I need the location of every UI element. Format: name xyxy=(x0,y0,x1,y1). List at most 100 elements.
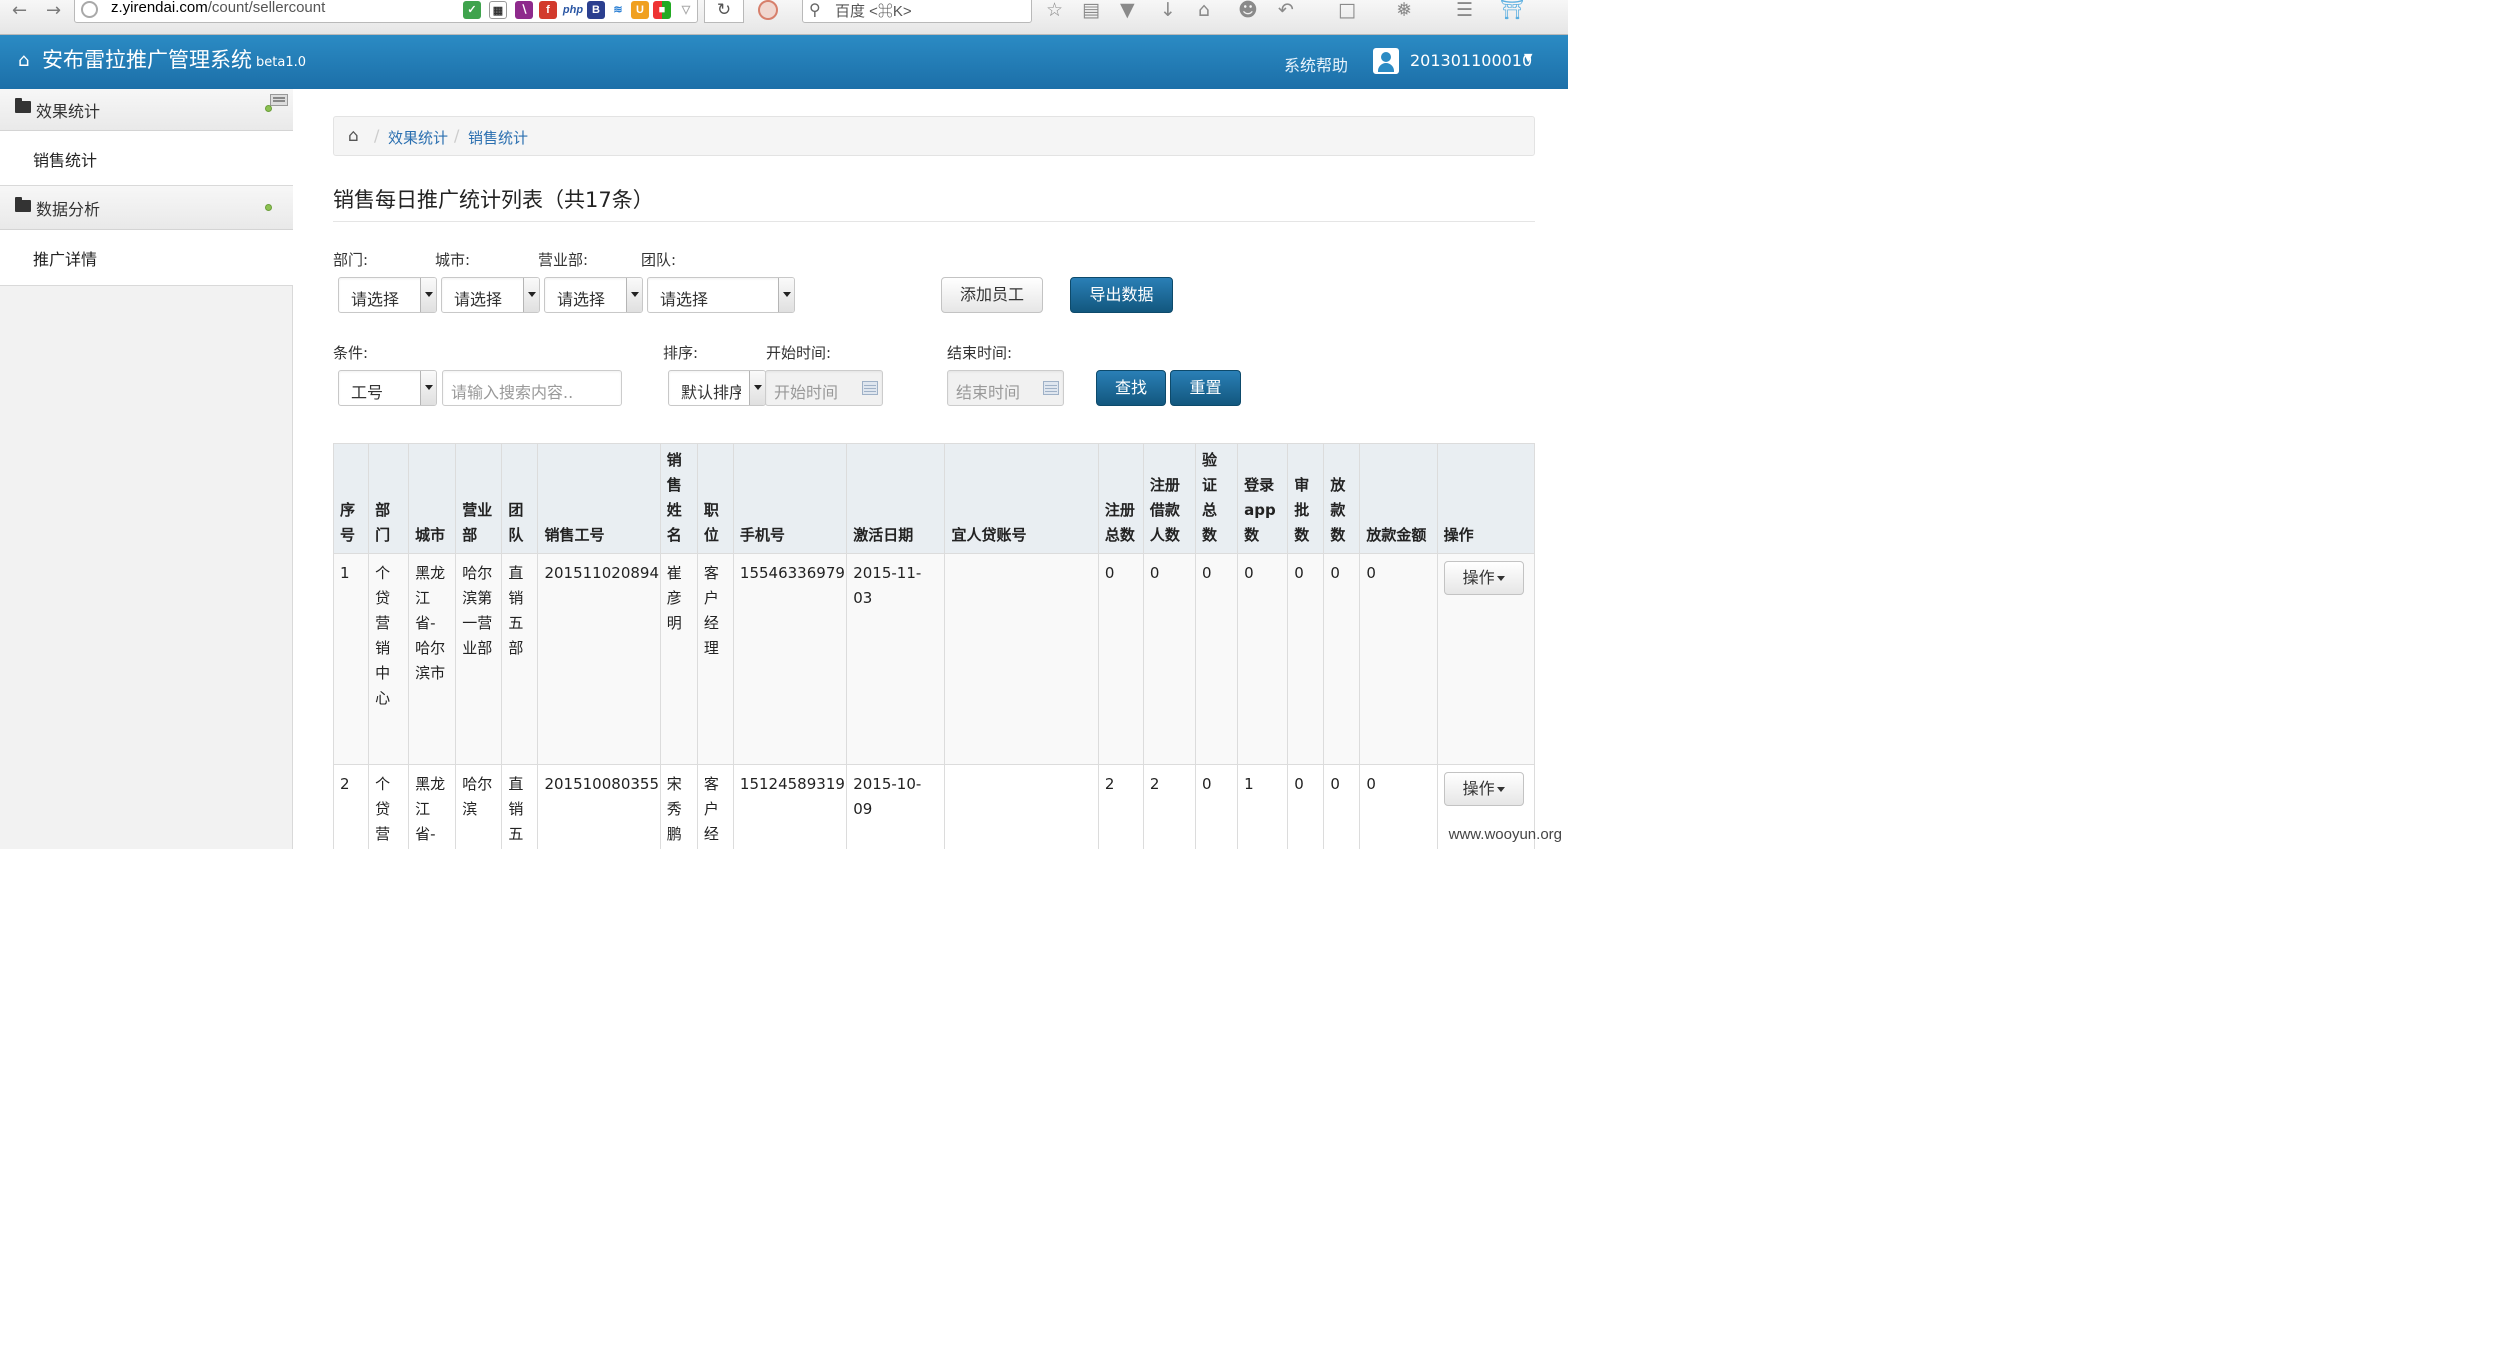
dept-select-value: 请选择 xyxy=(351,290,400,309)
url-text[interactable]: z.yirendai.com/count/sellercount xyxy=(111,0,325,16)
cell-loan-amount: 0 xyxy=(1359,764,1438,849)
reload-icon[interactable]: ↻ xyxy=(704,0,744,23)
breadcrumb-separator: / xyxy=(374,126,380,145)
undo-icon[interactable]: ↶ xyxy=(1278,0,1294,21)
home-icon[interactable]: ⌂ xyxy=(348,126,359,146)
row-actions-button[interactable]: 操作 xyxy=(1443,772,1524,806)
adblock-icon[interactable] xyxy=(758,0,778,20)
folder-icon xyxy=(15,98,31,113)
col-header: 手机号 xyxy=(732,444,848,554)
office-select[interactable]: 请选择 xyxy=(544,277,643,313)
dept-select[interactable]: 请选择 xyxy=(338,277,437,313)
app-header: ⌂ 安布雷拉推广管理系统 beta1.0 系统帮助 201301100010 ▼ xyxy=(0,35,1568,89)
add-employee-button[interactable]: 添加员工 xyxy=(941,277,1043,313)
team-select[interactable]: 请选择 xyxy=(647,277,795,313)
team-select-value: 请选择 xyxy=(660,290,709,309)
search-input[interactable]: 请输入搜索内容.. xyxy=(442,370,622,406)
calendar-icon[interactable] xyxy=(862,381,878,395)
cell-no: 2 xyxy=(334,764,370,849)
sidebar-group-label: 数据分析 xyxy=(36,200,101,219)
chevron-down-icon xyxy=(778,278,794,312)
globe-icon xyxy=(81,1,98,18)
cell-no: 1 xyxy=(334,553,370,765)
shield-extension-icon[interactable]: ⛩ xyxy=(1500,0,1524,21)
calendar-icon[interactable] xyxy=(1043,381,1059,395)
sidebar-group-data-analysis[interactable]: 数据分析 xyxy=(0,186,293,230)
city-select[interactable]: 请选择 xyxy=(441,277,540,313)
u-extension-icon[interactable]: U xyxy=(631,1,649,19)
user-avatar-icon[interactable] xyxy=(1373,48,1399,74)
col-header: 城市 xyxy=(408,444,457,554)
php-extension-icon[interactable]: php xyxy=(561,1,585,19)
back-icon[interactable]: ← xyxy=(12,0,27,22)
col-header: 注册借款人数 xyxy=(1142,444,1197,554)
breadcrumb-effect-stats[interactable]: 效果统计 xyxy=(388,127,448,148)
cell-name: 崔彦明 xyxy=(659,553,698,765)
cell-activated: 2015-11-03 xyxy=(846,553,946,765)
b-extension-icon[interactable]: B xyxy=(587,1,605,19)
col-header: 销售工号 xyxy=(537,444,661,554)
address-bar[interactable]: z.yirendai.com/count/sellercount ✓ ▦ ∖ f… xyxy=(74,0,698,23)
sidebar-item-sales-stats[interactable]: 销售统计 xyxy=(0,131,293,186)
caret-down-icon xyxy=(1496,787,1505,792)
pen-extension-icon[interactable]: ∖ xyxy=(515,1,533,19)
condition-label: 条件: xyxy=(333,344,369,362)
crop-icon[interactable]: □ xyxy=(1338,0,1356,21)
cell-reg-borrowers: 0 xyxy=(1142,553,1197,765)
pocket-icon[interactable]: ▼ xyxy=(1120,0,1135,21)
bug-icon[interactable]: ❅ xyxy=(1396,0,1412,21)
reset-button[interactable]: 重置 xyxy=(1170,370,1241,406)
sidebar-group-effect-stats[interactable]: 效果统计 xyxy=(0,89,293,131)
chat-icon[interactable]: ☻ xyxy=(1238,0,1258,21)
cell-approved: 0 xyxy=(1287,764,1325,849)
cell-loans: 0 xyxy=(1323,764,1361,849)
browser-search-input[interactable]: ⚲ 百度 <⌘K> xyxy=(802,0,1032,23)
start-time-input[interactable]: 开始时间 xyxy=(765,370,883,406)
cell-verified: 0 xyxy=(1195,553,1239,765)
condition-select[interactable]: 工号 xyxy=(338,370,437,406)
qr-code-icon[interactable]: ▦ xyxy=(489,1,507,19)
sidebar-collapse-icon[interactable] xyxy=(270,94,288,106)
col-header: 操作 xyxy=(1436,444,1534,554)
title-divider xyxy=(333,221,1535,222)
cell-loans: 0 xyxy=(1323,553,1361,765)
sort-select[interactable]: 默认排序 xyxy=(668,370,766,406)
help-link[interactable]: 系统帮助 xyxy=(1284,52,1348,76)
col-header: 注册总数 xyxy=(1097,444,1144,554)
cell-verified: 0 xyxy=(1195,764,1239,849)
chevron-down-icon xyxy=(420,371,436,405)
breadcrumb-sales-stats[interactable]: 销售统计 xyxy=(468,127,528,148)
search-button[interactable]: 查找 xyxy=(1096,370,1166,406)
home-icon[interactable]: ⌂ xyxy=(1198,0,1210,21)
watermark: www.wooyun.org xyxy=(1448,826,1562,843)
cell-dept: 个贷营 xyxy=(368,764,410,849)
office-select-value: 请选择 xyxy=(557,290,606,309)
col-header: 序号 xyxy=(334,444,370,554)
download-icon[interactable]: ↓ xyxy=(1160,0,1176,21)
export-data-button[interactable]: 导出数据 xyxy=(1070,277,1173,313)
sidebar-item-promotion-details[interactable]: 推广详情 xyxy=(0,230,293,286)
shield-icon[interactable]: ✓ xyxy=(463,1,481,19)
end-time-input[interactable]: 结束时间 xyxy=(947,370,1064,406)
app-brand[interactable]: ⌂ 安布雷拉推广管理系统 beta1.0 xyxy=(18,44,306,74)
end-time-label: 结束时间: xyxy=(947,344,1013,362)
puzzle-extension-icon[interactable]: ■ xyxy=(653,1,671,19)
col-header: 团队 xyxy=(501,444,539,554)
breadcrumb: ⌂ / 效果统计 / 销售统计 xyxy=(333,116,1535,156)
row-actions-button[interactable]: 操作 xyxy=(1443,561,1524,595)
caret-down-icon[interactable]: ▼ xyxy=(1524,51,1532,64)
user-menu[interactable]: 201301100010 xyxy=(1410,51,1532,70)
cell-team: 直销五部 xyxy=(501,553,539,765)
bookmark-star-icon[interactable]: ☆ xyxy=(1046,0,1063,21)
forward-icon[interactable]: → xyxy=(46,0,61,22)
layers-icon[interactable]: ☰ xyxy=(1456,0,1473,21)
col-header: 审批数 xyxy=(1287,444,1325,554)
cell-name: 宋秀鹏 xyxy=(659,764,698,849)
reading-list-icon[interactable]: ▤ xyxy=(1082,0,1100,21)
app-title: 安布雷拉推广管理系统 xyxy=(42,48,252,72)
dropdown-icon[interactable]: ▽ xyxy=(677,1,695,19)
f-extension-icon[interactable]: f xyxy=(539,1,557,19)
cell-emp-id: 201511020894 xyxy=(537,553,661,765)
swirl-extension-icon[interactable]: ≋ xyxy=(609,1,627,19)
page-title: 销售每日推广统计列表（共17条） xyxy=(333,188,654,212)
